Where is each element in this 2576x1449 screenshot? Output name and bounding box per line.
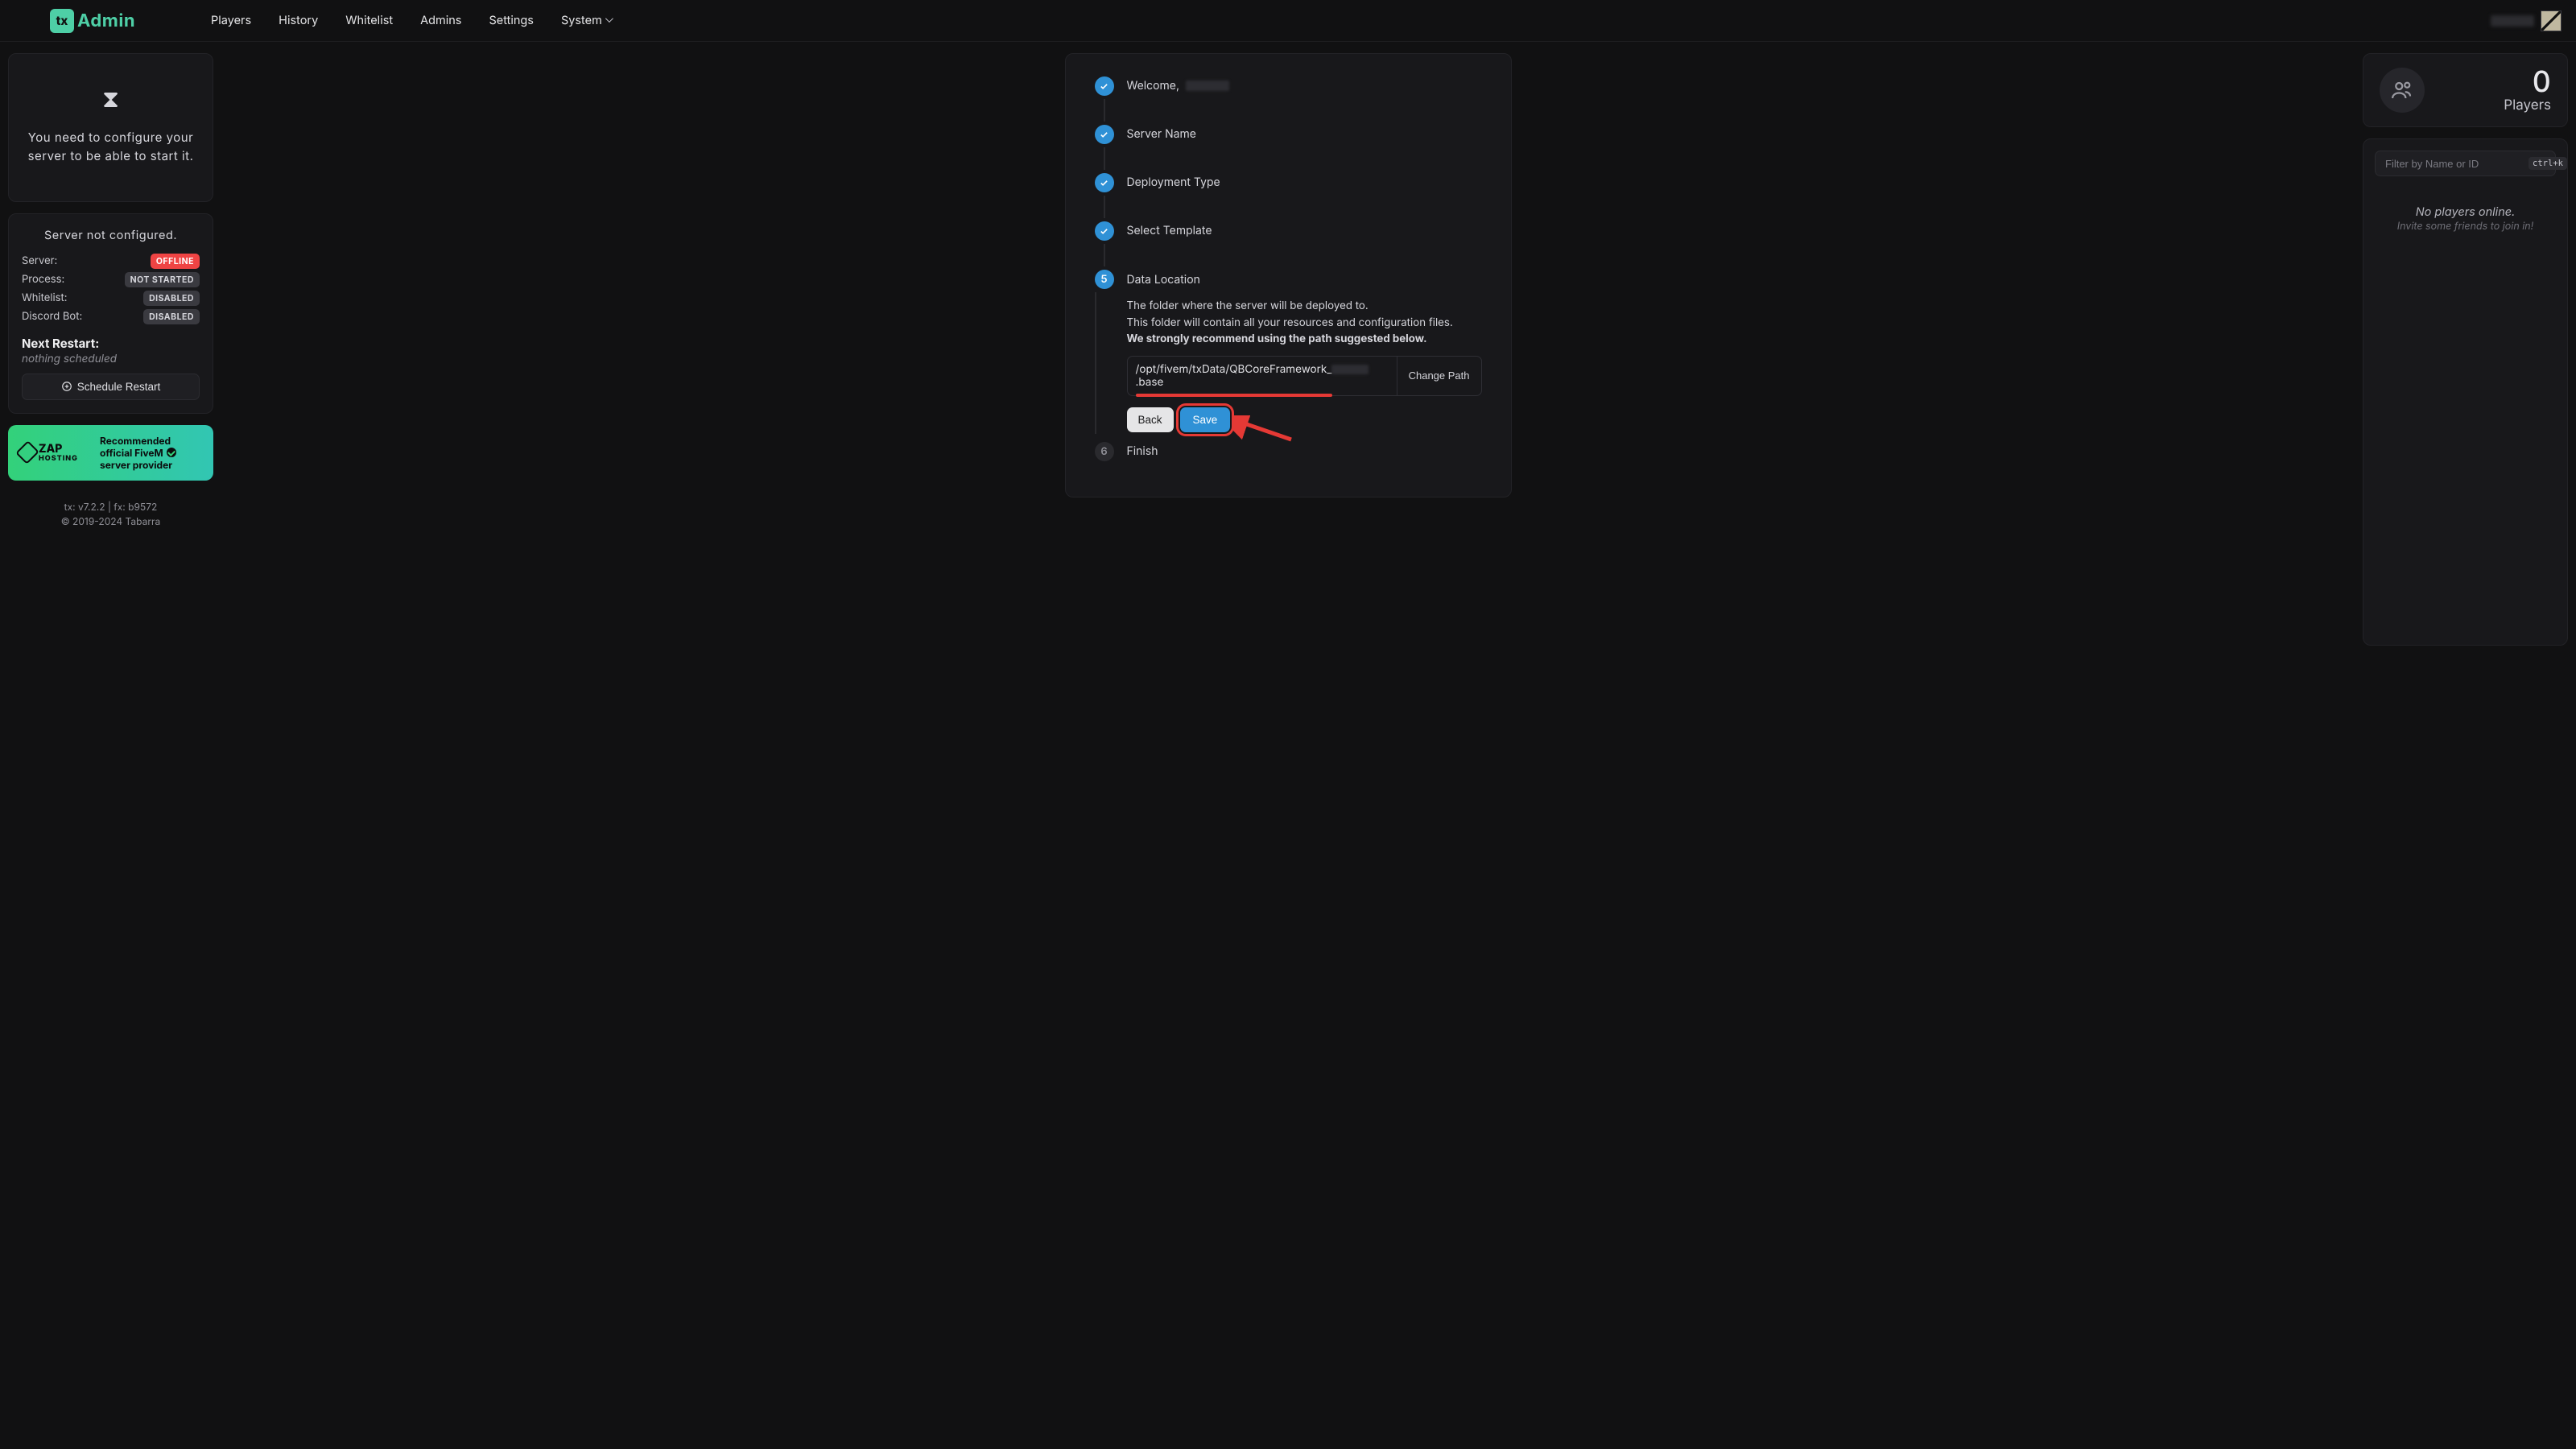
status-row-server: Server: OFFLINE (22, 254, 200, 269)
version-footer: tx: v7.2.2 | fx: b9572 © 2019-2024 Tabar… (8, 500, 213, 529)
step-label: Finish (1127, 442, 1158, 458)
setup-wizard-card: Welcome, Server Name (1065, 53, 1512, 497)
schedule-restart-label: Schedule Restart (77, 381, 161, 393)
step-dot-done (1095, 221, 1114, 241)
brand-name: Admin (77, 10, 135, 31)
username-redacted (1186, 80, 1229, 91)
step-label: Data Location (1127, 273, 1482, 287)
status-label: Process: (22, 273, 64, 286)
schedule-restart-button[interactable]: Schedule Restart (22, 374, 200, 400)
nav-admins[interactable]: Admins (417, 9, 464, 32)
hourglass-icon: ⧗ (27, 86, 195, 114)
brand-mark: tx (50, 9, 74, 33)
players-count-card: 0 Players (2363, 53, 2568, 127)
zap-logo: ZAP HOSTING (19, 444, 92, 462)
next-restart-label: Next Restart: (22, 336, 200, 351)
nav-whitelist[interactable]: Whitelist (342, 9, 396, 32)
step-dot-done (1095, 173, 1114, 192)
next-restart-value: nothing scheduled (22, 353, 200, 365)
player-filter-input[interactable] (2384, 157, 2529, 171)
nav-links: Players History Whitelist Admins Setting… (208, 9, 617, 32)
players-count-value: 0 (2504, 67, 2551, 96)
status-badge: DISABLED (143, 291, 200, 306)
chevron-down-icon (605, 17, 613, 25)
nav-settings[interactable]: Settings (485, 9, 537, 32)
step-deployment-type: Deployment Type (1095, 173, 1482, 221)
nav-system-label: System (561, 14, 602, 27)
status-label: Discord Bot: (22, 310, 82, 323)
check-icon (1100, 130, 1108, 139)
save-button[interactable]: Save (1180, 407, 1231, 432)
step-dot-pending: 6 (1095, 442, 1114, 461)
online-players-panel: ctrl+k No players online. Invite some fr… (2363, 138, 2568, 646)
zap-text: Recommended official FiveM server provid… (100, 435, 176, 471)
shield-icon (15, 440, 39, 464)
status-label: Server: (22, 254, 57, 267)
configure-notice-text: You need to configure your server to be … (27, 128, 195, 166)
data-location-desc: The folder where the server will be depl… (1127, 298, 1482, 348)
step-data-location: 5 Data Location The folder where the ser… (1095, 270, 1482, 437)
players-count-label: Players (2504, 97, 2551, 114)
top-nav: tx Admin Players History Whitelist Admin… (0, 0, 2576, 42)
status-badge: DISABLED (143, 309, 200, 324)
no-players-message: No players online. Invite some friends t… (2375, 205, 2556, 233)
brand-logo[interactable]: tx Admin (50, 9, 135, 33)
verified-icon (167, 448, 176, 457)
check-icon (1100, 179, 1108, 188)
step-dot-done (1095, 76, 1114, 96)
step-welcome-label: Welcome, (1127, 79, 1180, 93)
filter-shortcut: ctrl+k (2529, 157, 2567, 170)
annotation-underline (1136, 394, 1332, 397)
step-select-template: Select Template (1095, 221, 1482, 270)
nav-user[interactable] (2491, 10, 2562, 31)
status-badge-offline: OFFLINE (151, 254, 200, 269)
step-finish: 6 Finish (1095, 442, 1482, 461)
data-path-row: /opt/fivem/txData/QBCoreFramework_.base … (1127, 356, 1482, 396)
nav-history[interactable]: History (275, 9, 321, 32)
server-status-title: Server not configured. (22, 229, 200, 242)
step-dot-active: 5 (1095, 270, 1114, 289)
status-row-whitelist: Whitelist: DISABLED (22, 291, 200, 306)
path-redacted (1331, 365, 1368, 374)
status-label: Whitelist: (22, 291, 68, 304)
status-row-process: Process: NOT STARTED (22, 272, 200, 287)
step-label: Select Template (1127, 221, 1212, 237)
configure-notice-card: ⧗ You need to configure your server to b… (8, 53, 213, 202)
users-icon (2380, 68, 2425, 113)
nav-system[interactable]: System (558, 9, 617, 32)
check-icon (1100, 82, 1108, 91)
back-button[interactable]: Back (1127, 407, 1174, 432)
zap-hosting-banner[interactable]: ZAP HOSTING Recommended official FiveM s… (8, 425, 213, 481)
server-status-card: Server not configured. Server: OFFLINE P… (8, 213, 213, 414)
step-welcome: Welcome, (1095, 76, 1482, 125)
avatar (2541, 10, 2562, 31)
nav-players[interactable]: Players (208, 9, 254, 32)
nav-username-redacted (2491, 15, 2534, 27)
step-label: Server Name (1127, 125, 1196, 141)
step-server-name: Server Name (1095, 125, 1482, 173)
step-label: Deployment Type (1127, 173, 1220, 189)
status-row-discord: Discord Bot: DISABLED (22, 309, 200, 324)
player-filter[interactable]: ctrl+k (2375, 151, 2556, 176)
plus-circle-icon (61, 381, 72, 392)
data-path-input[interactable]: /opt/fivem/txData/QBCoreFramework_.base (1127, 356, 1397, 396)
check-icon (1100, 227, 1108, 236)
step-dot-done (1095, 125, 1114, 144)
status-badge: NOT STARTED (125, 272, 200, 287)
change-path-button[interactable]: Change Path (1397, 356, 1482, 396)
